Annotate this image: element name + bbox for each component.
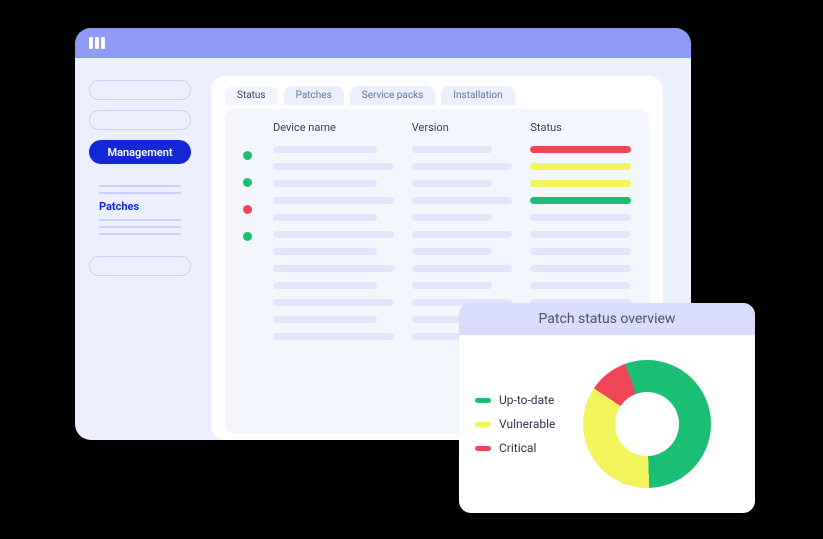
table-cell-placeholder: [412, 231, 513, 238]
table-cell-placeholder: [273, 197, 394, 204]
table-cell-placeholder: [273, 316, 377, 323]
chart-body: Up-to-date Vulnerable Critical: [459, 335, 755, 513]
table-cell-placeholder: [273, 265, 394, 272]
status-bar: [530, 180, 631, 187]
sidebar: Management Patches: [75, 58, 205, 440]
legend-item: Up-to-date: [475, 393, 555, 407]
legend-swatch: [475, 422, 491, 427]
sidebar-subitem[interactable]: [99, 192, 181, 194]
table-cell-placeholder: [412, 248, 493, 255]
tab-installation[interactable]: Installation: [441, 86, 514, 105]
table-cell-placeholder: [273, 163, 394, 170]
sidebar-subitem-patches[interactable]: Patches: [99, 200, 181, 213]
column-header-name: Device name: [273, 121, 394, 134]
status-bar: [530, 163, 631, 170]
sidebar-subitem[interactable]: [99, 233, 181, 235]
chart-title: Patch status overview: [459, 303, 755, 335]
sidebar-subitem[interactable]: [99, 185, 181, 187]
status-dot: [243, 151, 252, 160]
table-cell-placeholder: [412, 146, 493, 153]
status-bar: [530, 146, 631, 153]
table-cell-placeholder: [273, 214, 377, 221]
status-bar: [530, 197, 631, 204]
tab-patches[interactable]: Patches: [284, 86, 344, 105]
status-dot: [243, 232, 252, 241]
table-cell-placeholder: [530, 248, 631, 255]
table-cell-placeholder: [273, 333, 394, 340]
device-name-column: Device name: [273, 121, 394, 340]
column-header-version: Version: [412, 121, 513, 134]
status-dot: [243, 205, 252, 214]
titlebar: [75, 28, 691, 58]
table-cell-placeholder: [530, 282, 631, 289]
legend-swatch: [475, 398, 491, 403]
tab-status[interactable]: Status: [225, 86, 278, 105]
status-dot: [243, 178, 252, 187]
table-cell-placeholder: [412, 197, 513, 204]
sidebar-item-management[interactable]: Management: [89, 140, 191, 164]
table-cell-placeholder: [273, 180, 377, 187]
column-header-status: Status: [530, 121, 631, 134]
donut-wrap: [555, 360, 739, 488]
table-cell-placeholder: [530, 231, 631, 238]
sidebar-submenu: Patches: [89, 174, 191, 246]
logo-icon: [89, 37, 105, 49]
table-cell-placeholder: [273, 146, 377, 153]
legend-item: Vulnerable: [475, 417, 555, 431]
status-dot-column: [243, 121, 255, 340]
table-cell-placeholder: [412, 180, 493, 187]
tab-service-packs[interactable]: Service packs: [350, 86, 436, 105]
table-cell-placeholder: [412, 282, 493, 289]
table-cell-placeholder: [412, 163, 513, 170]
table-cell-placeholder: [530, 265, 631, 272]
legend-label: Critical: [499, 441, 536, 455]
table-cell-placeholder: [412, 265, 513, 272]
tab-bar: Status Patches Service packs Installatio…: [225, 86, 649, 105]
table-cell-placeholder: [273, 282, 377, 289]
patch-status-card: Patch status overview Up-to-date Vulnerab…: [459, 303, 755, 513]
sidebar-subitem[interactable]: [99, 219, 181, 221]
donut-chart: [583, 360, 711, 488]
legend-label: Vulnerable: [499, 417, 555, 431]
legend-item: Critical: [475, 441, 555, 455]
legend-swatch: [475, 446, 491, 451]
chart-legend: Up-to-date Vulnerable Critical: [475, 393, 555, 455]
table-cell-placeholder: [412, 214, 493, 221]
sidebar-item[interactable]: [89, 80, 191, 100]
table-cell-placeholder: [273, 248, 377, 255]
table-cell-placeholder: [273, 231, 394, 238]
sidebar-item[interactable]: [89, 256, 191, 276]
legend-label: Up-to-date: [499, 393, 554, 407]
table-cell-placeholder: [530, 214, 631, 221]
sidebar-item[interactable]: [89, 110, 191, 130]
sidebar-subitem[interactable]: [99, 226, 181, 228]
table-cell-placeholder: [273, 299, 394, 306]
